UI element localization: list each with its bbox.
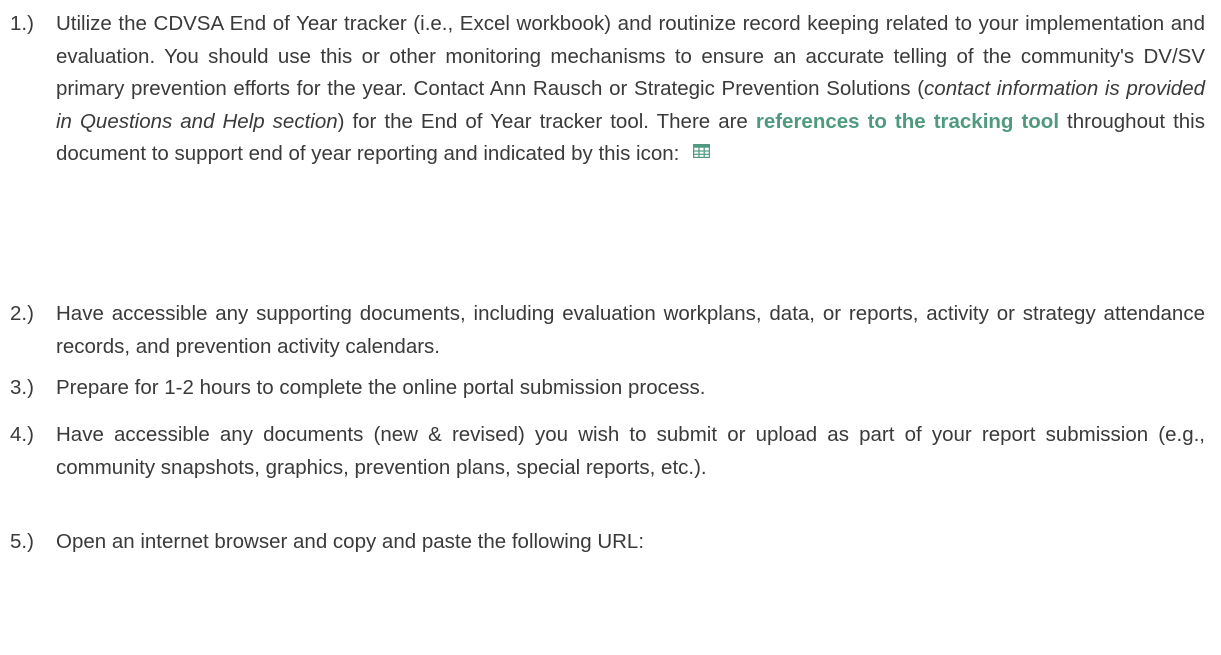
list-item-5: 5.) Open an internet browser and copy an… — [10, 526, 1205, 559]
list-item-text: Have accessible any supporting documents… — [56, 302, 1205, 358]
list-item-text: Prepare for 1-2 hours to complete the on… — [56, 376, 706, 399]
list-item-number: 1.) — [10, 12, 34, 35]
list-item-text: Open an internet browser and copy and pa… — [56, 530, 645, 553]
list-item-number: 5.) — [10, 530, 34, 553]
spreadsheet-grid-icon — [693, 136, 711, 169]
list-item-2: 2.) Have accessible any supporting docum… — [10, 298, 1205, 363]
list-item-3: 3.) Prepare for 1-2 hours to complete th… — [10, 372, 1205, 405]
list-item-text: Have accessible any documents (new & rev… — [56, 423, 1205, 479]
list-item-1: 1.) Utilize the CDVSA End of Year tracke… — [10, 8, 1205, 171]
list-item-number: 3.) — [10, 376, 34, 399]
list-item-text: Utilize the CDVSA End of Year tracker (i… — [56, 8, 1205, 171]
list-item-number: 4.) — [10, 423, 34, 446]
document-page: 1.) Utilize the CDVSA End of Year tracke… — [0, 0, 1221, 655]
list-item-number: 2.) — [10, 302, 34, 325]
list-item-4: 4.) Have accessible any documents (new &… — [10, 419, 1205, 484]
tracking-tool-reference: references to the tracking tool — [755, 109, 1060, 133]
